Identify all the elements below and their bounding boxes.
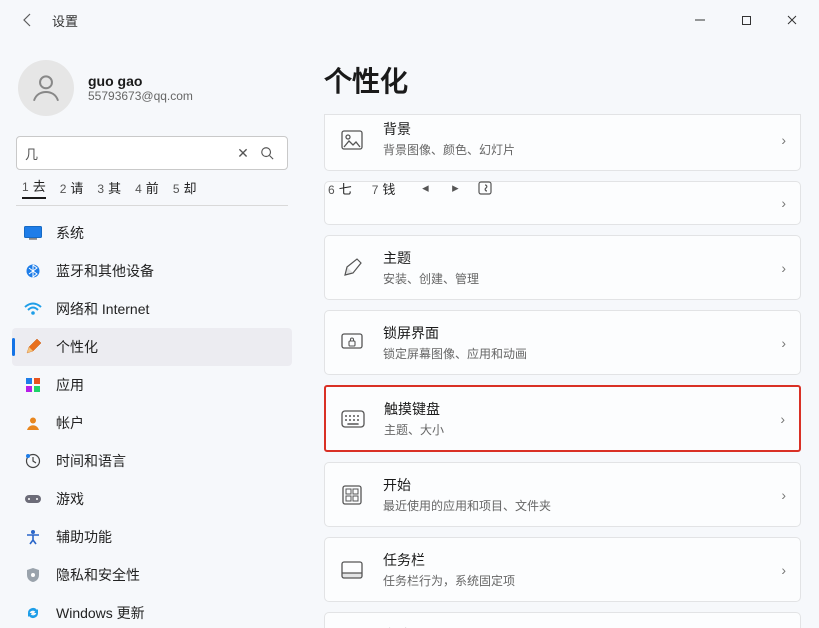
- card-subtitle: 背景图像、颜色、幻灯片: [383, 141, 781, 158]
- user-name: guo gao: [88, 73, 193, 89]
- gaming-icon: [24, 490, 42, 508]
- chevron-right-icon: ›: [781, 562, 786, 578]
- sidebar-item-label: 系统: [56, 223, 84, 243]
- chevron-right-icon: ›: [781, 260, 786, 276]
- sidebar-item-time[interactable]: 时间和语言: [12, 442, 292, 480]
- page-heading: 个性化: [324, 60, 801, 100]
- update-icon: [24, 604, 42, 622]
- themes-icon: [339, 255, 365, 281]
- sidebar: guo gao 55793673@qq.com 几 ✕ 1去 2请 3其 4前 …: [0, 40, 300, 628]
- ime-candidate-bar: 1去 2请 3其 4前 5却: [16, 172, 288, 206]
- title-bar: 设置: [0, 0, 819, 40]
- card-title: 任务栏: [383, 550, 781, 570]
- sidebar-item-label: 个性化: [56, 337, 98, 357]
- sidebar-item-update[interactable]: Windows 更新: [12, 594, 292, 628]
- personalization-icon: [24, 338, 42, 356]
- sidebar-item-personalization[interactable]: 个性化: [12, 328, 292, 366]
- time-icon: [24, 452, 42, 470]
- card-lockscreen[interactable]: 锁屏界面锁定屏幕图像、应用和动画›: [324, 310, 801, 375]
- sidebar-item-accounts[interactable]: 帐户: [12, 404, 292, 442]
- card-fonts[interactable]: 字体安装、管理›: [324, 612, 801, 628]
- card-title: 开始: [383, 475, 781, 495]
- window-title: 设置: [52, 11, 78, 30]
- minimize-button[interactable]: [677, 4, 723, 36]
- ime-prev-icon[interactable]: ◂: [415, 178, 435, 198]
- ime-candidate-3[interactable]: 3其: [97, 178, 121, 197]
- ime-candidate-6[interactable]: 6七: [328, 179, 352, 198]
- apps-icon: [24, 376, 42, 394]
- chevron-right-icon: ›: [781, 335, 786, 351]
- chevron-right-icon: ›: [781, 132, 786, 148]
- bluetooth-icon: [24, 262, 42, 280]
- card-taskbar[interactable]: 任务栏任务栏行为，系统固定项›: [324, 537, 801, 602]
- accessibility-icon: [24, 528, 42, 546]
- maximize-button[interactable]: [723, 4, 769, 36]
- card-subtitle: 最近使用的应用和项目、文件夹: [383, 497, 781, 514]
- ime-candidate-1[interactable]: 1去: [22, 176, 46, 199]
- user-block[interactable]: guo gao 55793673@qq.com: [12, 52, 292, 130]
- card-subtitle: 任务栏行为，系统固定项: [383, 572, 781, 589]
- card-subtitle: 锁定屏幕图像、应用和动画: [383, 345, 781, 362]
- card-background[interactable]: 背景背景图像、颜色、幻灯片›: [324, 114, 801, 171]
- system-icon: [24, 224, 42, 242]
- window-controls: [677, 4, 815, 36]
- sidebar-item-apps[interactable]: 应用: [12, 366, 292, 404]
- sidebar-item-label: 时间和语言: [56, 451, 126, 471]
- card-start[interactable]: 开始最近使用的应用和项目、文件夹›: [324, 462, 801, 527]
- search-icon[interactable]: [255, 141, 279, 165]
- ime-candidate-5[interactable]: 5却: [173, 178, 197, 197]
- ime-candidate-4[interactable]: 4前: [135, 178, 159, 197]
- sidebar-item-label: Windows 更新: [56, 603, 145, 623]
- card-title: 触摸键盘: [384, 399, 780, 419]
- back-button[interactable]: [12, 4, 44, 36]
- taskbar-icon: [339, 557, 365, 583]
- card-touchkeyboard[interactable]: 触摸键盘主题、大小›: [324, 385, 801, 452]
- sidebar-item-label: 帐户: [56, 413, 84, 433]
- sidebar-item-system[interactable]: 系统: [12, 214, 292, 252]
- card-subtitle: 安装、创建、管理: [383, 270, 781, 287]
- ime-tool-icon[interactable]: [475, 178, 495, 198]
- search-wrap: 几 ✕: [16, 136, 288, 170]
- card-title: 背景: [383, 119, 781, 139]
- sidebar-item-label: 隐私和安全性: [56, 565, 140, 585]
- sidebar-item-accessibility[interactable]: 辅助功能: [12, 518, 292, 556]
- accounts-icon: [24, 414, 42, 432]
- sidebar-item-label: 辅助功能: [56, 527, 112, 547]
- close-button[interactable]: [769, 4, 815, 36]
- chevron-right-icon: ›: [781, 195, 786, 211]
- sidebar-item-label: 网络和 Internet: [56, 299, 149, 319]
- sidebar-item-privacy[interactable]: 隐私和安全性: [12, 556, 292, 594]
- ime-next-icon[interactable]: ▸: [445, 178, 465, 198]
- card-title: 主题: [383, 248, 781, 268]
- nav-list: 系统蓝牙和其他设备网络和 Internet 个性化应用帐户时间和语言游戏辅助功能隐…: [12, 214, 292, 628]
- sidebar-item-label: 游戏: [56, 489, 84, 509]
- ime-candidate-2[interactable]: 2请: [60, 178, 84, 197]
- chevron-right-icon: ›: [780, 411, 785, 427]
- background-icon: [339, 127, 365, 153]
- touchkeyboard-icon: [340, 406, 366, 432]
- sidebar-item-bluetooth[interactable]: 蓝牙和其他设备: [12, 252, 292, 290]
- card-title: 锁屏界面: [383, 323, 781, 343]
- user-email: 55793673@qq.com: [88, 89, 193, 103]
- main-content: 个性化 背景背景图像、颜色、幻灯片››主题安装、创建、管理›锁屏界面锁定屏幕图像…: [300, 40, 819, 628]
- chevron-right-icon: ›: [781, 487, 786, 503]
- sidebar-item-gaming[interactable]: 游戏: [12, 480, 292, 518]
- card-subtitle: 主题、大小: [384, 421, 780, 438]
- search-input[interactable]: [38, 146, 231, 161]
- clear-icon[interactable]: ✕: [231, 141, 255, 165]
- sidebar-item-label: 应用: [56, 375, 84, 395]
- ime-candidate-7[interactable]: 7钱: [372, 179, 396, 198]
- ime-candidate-ext: 6七 7钱 ◂ ▸: [328, 178, 495, 198]
- lockscreen-icon: [339, 330, 365, 356]
- privacy-icon: [24, 566, 42, 584]
- network-icon: [24, 300, 42, 318]
- start-icon: [339, 482, 365, 508]
- sidebar-item-label: 蓝牙和其他设备: [56, 261, 154, 281]
- search-box[interactable]: 几 ✕: [16, 136, 288, 170]
- avatar: [18, 60, 74, 116]
- sidebar-item-network[interactable]: 网络和 Internet: [12, 290, 292, 328]
- card-themes[interactable]: 主题安装、创建、管理›: [324, 235, 801, 300]
- search-glyph: 几: [25, 144, 38, 163]
